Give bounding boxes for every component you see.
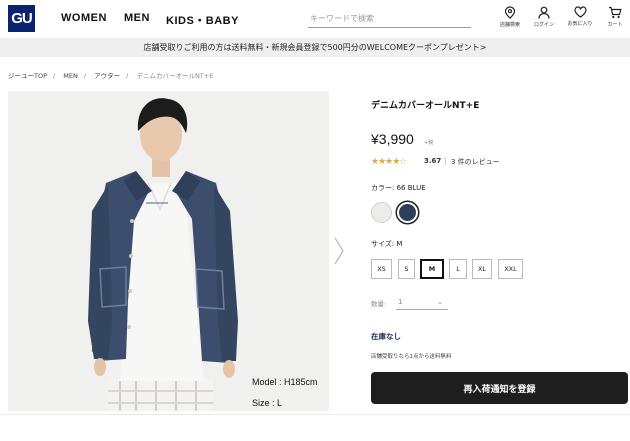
tax-note: +税	[424, 140, 434, 146]
nav-women[interactable]: WOMEN	[61, 12, 107, 24]
review-count-link[interactable]: 3 件のレビュー	[451, 157, 500, 167]
breadcrumb-top[interactable]: ジーユーTOP	[8, 72, 47, 80]
breadcrumb-outer[interactable]: アウター	[94, 72, 120, 80]
product-image[interactable]	[8, 91, 329, 411]
divider	[0, 414, 630, 415]
promo-banner[interactable]: 店舗受取りご利用の方は送料無料・新規会員登録で500円分のWELCOMEクーポン…	[0, 38, 630, 57]
size-s-button[interactable]: S	[398, 259, 415, 279]
model-illustration	[88, 98, 238, 411]
model-height-text: Model : H185cm	[252, 377, 318, 387]
color-swatch-white[interactable]	[371, 202, 392, 223]
quantity-value: 1	[398, 298, 403, 306]
stock-status: 在庫なし	[371, 332, 401, 341]
size-xxl-button[interactable]: XXL	[498, 259, 523, 279]
login-label: ログイン	[533, 22, 554, 28]
quantity-label: 数量:	[371, 300, 387, 308]
gu-logo[interactable]: GU	[8, 5, 35, 32]
favorites-label: お気に入り	[567, 21, 593, 27]
model-size-text: Size : L	[252, 398, 283, 408]
nav-kids-baby[interactable]: KIDS・BABY	[166, 12, 239, 28]
cart-button[interactable]: カート	[600, 6, 630, 28]
nav-men[interactable]: MEN	[124, 12, 150, 24]
rating-value: 3.67	[424, 157, 442, 165]
location-pin-icon	[504, 6, 516, 19]
size-xs-button[interactable]: XS	[371, 259, 392, 279]
heart-icon	[573, 6, 587, 18]
restock-notify-button[interactable]: 再入荷通知を登録	[371, 372, 628, 404]
rating-divider: |	[444, 157, 447, 165]
store-locator-label: 店舗検索	[499, 22, 520, 28]
user-icon	[538, 6, 550, 19]
color-swatch-blue[interactable]	[397, 202, 418, 223]
size-label: サイズ: M	[371, 240, 403, 248]
search-input[interactable]	[308, 10, 471, 28]
shipping-note: 店舗受取りなら1点から送料無料	[371, 354, 452, 360]
product-name: デニムカバーオールNT+E	[371, 101, 480, 111]
breadcrumb-men[interactable]: MEN	[63, 72, 78, 80]
product-price: ¥3,990	[371, 131, 414, 147]
size-m-button[interactable]: M	[420, 259, 444, 279]
breadcrumb: ジーユーTOP / MEN / アウター / デニムカバーオールNT+E	[8, 72, 214, 80]
size-l-button[interactable]: L	[449, 259, 467, 279]
store-locator-button[interactable]: 店舗検索	[495, 6, 525, 28]
chevron-right-icon[interactable]	[332, 236, 346, 266]
color-label: カラー: 66 BLUE	[371, 184, 426, 192]
site-header: GU WOMEN MEN KIDS・BABY 店舗検索 ログイン お気に入り カ…	[0, 0, 630, 38]
chevron-down-icon: ⌄	[437, 298, 443, 306]
quantity-select[interactable]: 1 ⌄	[396, 295, 448, 310]
login-button[interactable]: ログイン	[529, 6, 559, 28]
cart-label: カート	[607, 22, 623, 28]
rating-stars-icon: ★★★★☆	[371, 157, 407, 167]
size-xl-button[interactable]: XL	[472, 259, 492, 279]
favorites-button[interactable]: お気に入り	[565, 6, 595, 27]
cart-icon	[609, 6, 622, 19]
breadcrumb-current: デニムカバーオールNT+E	[136, 72, 214, 80]
